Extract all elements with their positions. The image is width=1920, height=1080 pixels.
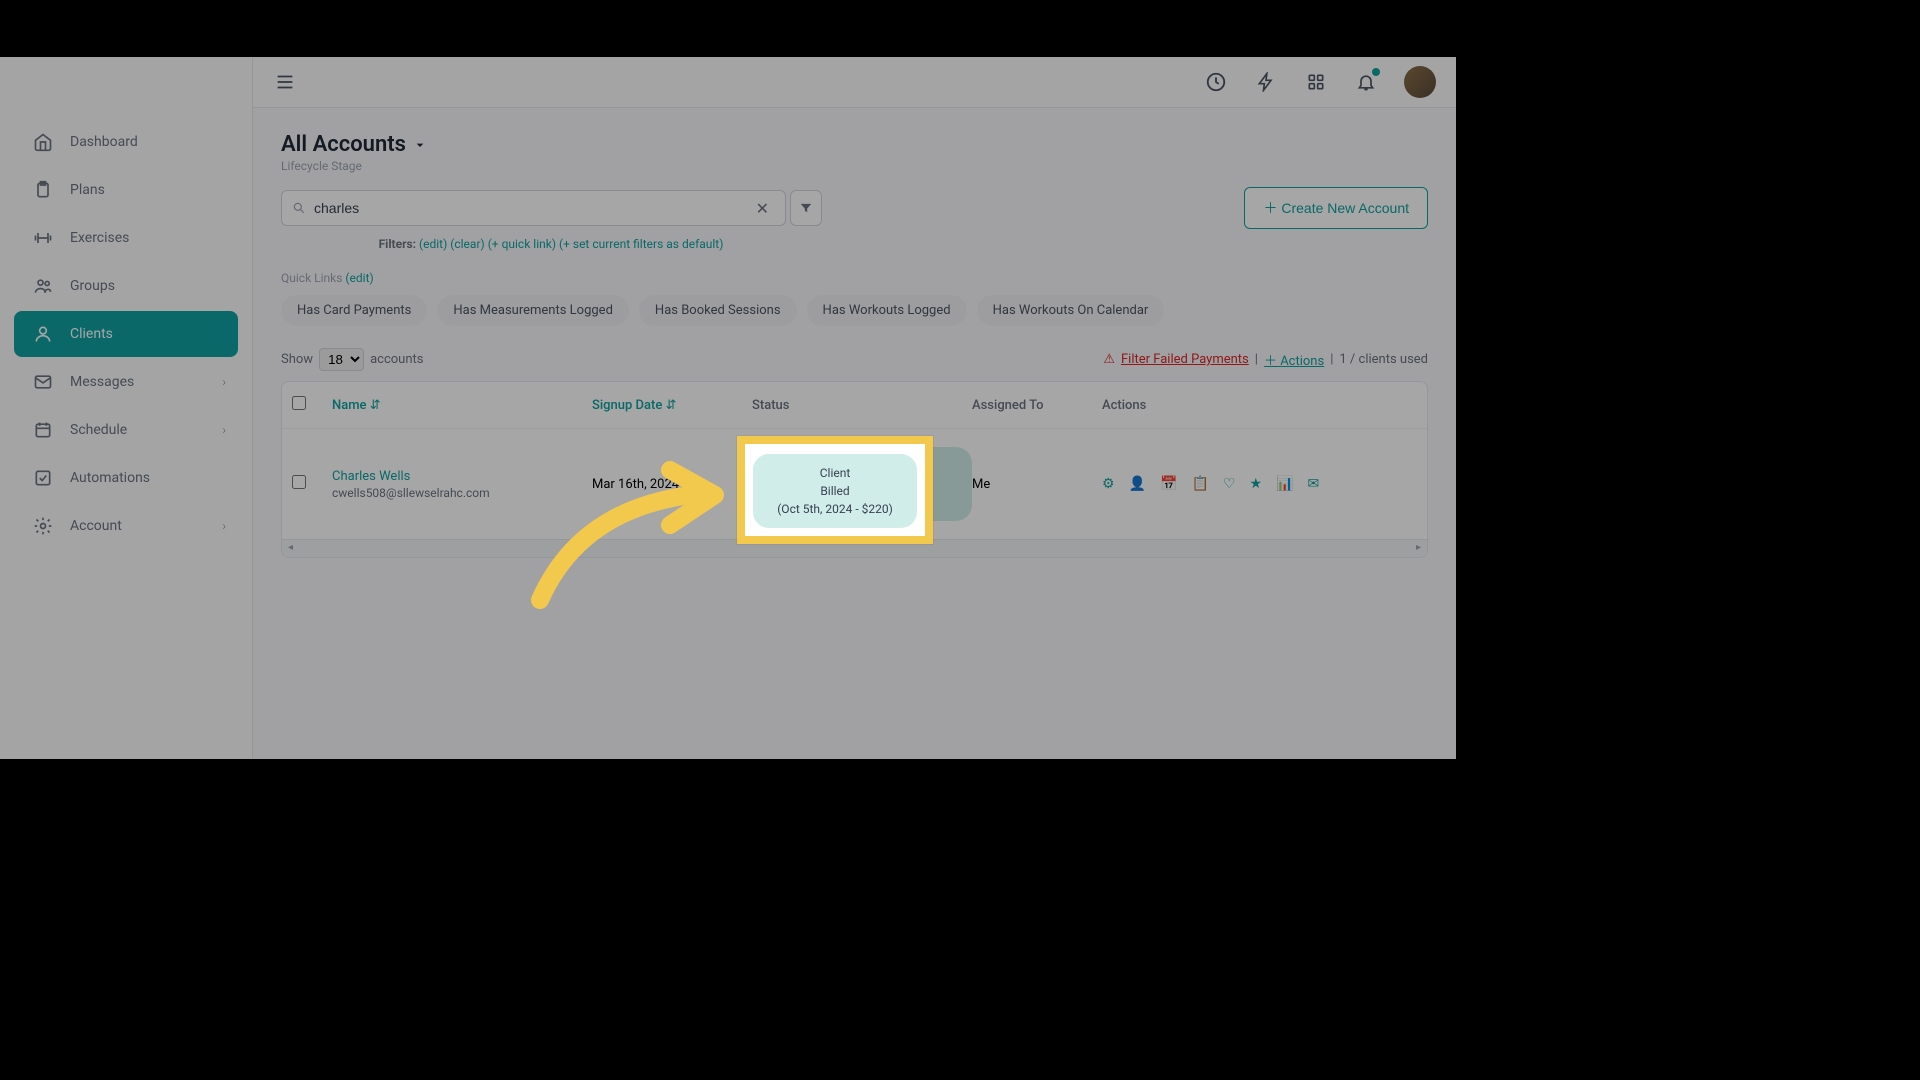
sidebar-item-messages[interactable]: Messages ›: [14, 359, 238, 405]
gear-icon: [32, 515, 54, 537]
chevron-right-icon: ›: [222, 519, 226, 533]
sidebar-item-label: Plans: [70, 182, 105, 198]
content: All Accounts Lifecycle Stage ✕ ＋ Create …: [253, 108, 1456, 759]
quicklinks-edit-link[interactable]: (edit): [345, 271, 373, 285]
filters-line: Filters: (edit) (clear) (+ quick link) (…: [281, 237, 821, 251]
filters-edit-link[interactable]: (edit): [419, 237, 447, 251]
usage-text: 1 / clients used: [1339, 352, 1428, 367]
chevron-right-icon: ›: [222, 423, 226, 437]
chip[interactable]: Has Workouts Logged: [807, 295, 967, 326]
chart-icon[interactable]: 📊: [1276, 476, 1293, 492]
sidebar-item-label: Account: [70, 518, 122, 534]
hamburger-icon[interactable]: [273, 70, 297, 94]
signup-date: Mar 16th, 2024: [592, 477, 752, 492]
sidebar-item-dashboard[interactable]: Dashboard: [14, 119, 238, 165]
row-checkbox[interactable]: [292, 475, 306, 489]
mail-icon: [32, 371, 54, 393]
app-root: Dashboard Plans Exercises Groups Clients…: [0, 57, 1456, 759]
clipboard-icon: [32, 179, 54, 201]
table-scrollbar[interactable]: ◂▸: [282, 539, 1427, 557]
page-subtitle: Lifecycle Stage: [281, 159, 1428, 173]
sidebar-item-account[interactable]: Account ›: [14, 503, 238, 549]
col-actions: Actions: [1102, 398, 1382, 413]
filters-clear-link[interactable]: (clear): [450, 237, 484, 251]
calendar-icon: [32, 419, 54, 441]
assigned-to: Me: [972, 477, 1102, 492]
row-actions: ⚙ 👤 📅 📋 ♡ ★ 📊 ✉: [1102, 476, 1382, 492]
users-icon: [32, 275, 54, 297]
avatar[interactable]: [1404, 66, 1436, 98]
search-input[interactable]: [314, 200, 750, 216]
person-icon: [32, 323, 54, 345]
table-controls: Show 18 accounts ⚠ Filter Failed Payment…: [281, 348, 1428, 371]
sidebar-item-automations[interactable]: Automations: [14, 455, 238, 501]
grid-icon[interactable]: [1304, 70, 1328, 94]
quick-links-label: Quick Links (edit): [281, 271, 1428, 285]
chevron-right-icon: ›: [222, 375, 226, 389]
chip[interactable]: Has Measurements Logged: [437, 295, 629, 326]
sidebar-item-label: Dashboard: [70, 134, 138, 150]
accounts-table: Name ⇵ Signup Date ⇵ Status Assigned To …: [281, 381, 1428, 558]
search-box[interactable]: ✕: [281, 190, 786, 226]
chip[interactable]: Has Card Payments: [281, 295, 427, 326]
sidebar-item-schedule[interactable]: Schedule ›: [14, 407, 238, 453]
check-icon: [32, 467, 54, 489]
sidebar-item-label: Automations: [70, 470, 150, 486]
filter-button[interactable]: [790, 190, 822, 226]
sidebar-item-exercises[interactable]: Exercises: [14, 215, 238, 261]
calendar-icon[interactable]: 📅: [1160, 476, 1177, 492]
home-icon: [32, 131, 54, 153]
create-account-button[interactable]: ＋ Create New Account: [1244, 187, 1428, 229]
table-header: Name ⇵ Signup Date ⇵ Status Assigned To …: [282, 382, 1427, 428]
search-icon: [292, 201, 306, 215]
alert-icon: ⚠: [1103, 352, 1115, 367]
sidebar-item-label: Messages: [70, 374, 134, 390]
col-assigned: Assigned To: [972, 398, 1102, 413]
actions-link[interactable]: ＋ Actions: [1264, 350, 1324, 369]
filters-setdefault-link[interactable]: (+ set current filters as default): [559, 237, 723, 251]
sidebar-item-groups[interactable]: Groups: [14, 263, 238, 309]
gear-icon[interactable]: ⚙: [1102, 476, 1115, 492]
dumbbell-icon: [32, 227, 54, 249]
sidebar-item-clients[interactable]: Clients: [14, 311, 238, 357]
status-badge: Client Billed (Oct 5th, 2024 - $220): [752, 447, 972, 521]
quick-links-chips: Has Card Payments Has Measurements Logge…: [281, 295, 1428, 326]
main: All Accounts Lifecycle Stage ✕ ＋ Create …: [253, 57, 1456, 759]
filters-quicklink[interactable]: (+ quick link): [488, 237, 556, 251]
sidebar-item-plans[interactable]: Plans: [14, 167, 238, 213]
chip[interactable]: Has Booked Sessions: [639, 295, 797, 326]
sidebar: Dashboard Plans Exercises Groups Clients…: [0, 57, 253, 759]
sidebar-item-label: Schedule: [70, 422, 127, 438]
chevron-down-icon: [412, 137, 428, 153]
topbar: [253, 57, 1456, 108]
sidebar-item-label: Clients: [70, 326, 113, 342]
person-icon[interactable]: 👤: [1129, 476, 1146, 492]
col-status: Status: [752, 398, 972, 413]
select-all-checkbox[interactable]: [292, 396, 306, 410]
page-title[interactable]: All Accounts: [281, 132, 1428, 157]
page-size-select[interactable]: 18: [319, 348, 364, 371]
chip[interactable]: Has Workouts On Calendar: [977, 295, 1165, 326]
clock-icon[interactable]: [1204, 70, 1228, 94]
bolt-icon[interactable]: [1254, 70, 1278, 94]
mail-icon[interactable]: ✉: [1307, 476, 1319, 492]
sidebar-item-label: Groups: [70, 278, 115, 294]
sidebar-item-label: Exercises: [70, 230, 129, 246]
clipboard-icon[interactable]: 📋: [1191, 476, 1208, 492]
table-row: Charles Wells cwells508@sllewselrahc.com…: [282, 428, 1427, 539]
bell-icon[interactable]: [1354, 70, 1378, 94]
client-email: cwells508@sllewselrahc.com: [332, 486, 592, 500]
search-row: ✕ ＋ Create New Account: [281, 187, 1428, 229]
star-icon[interactable]: ★: [1249, 476, 1262, 492]
clear-search-icon[interactable]: ✕: [750, 199, 775, 218]
col-signup[interactable]: Signup Date ⇵: [592, 398, 752, 413]
col-name[interactable]: Name ⇵: [332, 398, 592, 413]
client-name-link[interactable]: Charles Wells: [332, 469, 592, 484]
heart-icon[interactable]: ♡: [1223, 476, 1236, 492]
filter-failed-link[interactable]: Filter Failed Payments: [1121, 352, 1249, 367]
